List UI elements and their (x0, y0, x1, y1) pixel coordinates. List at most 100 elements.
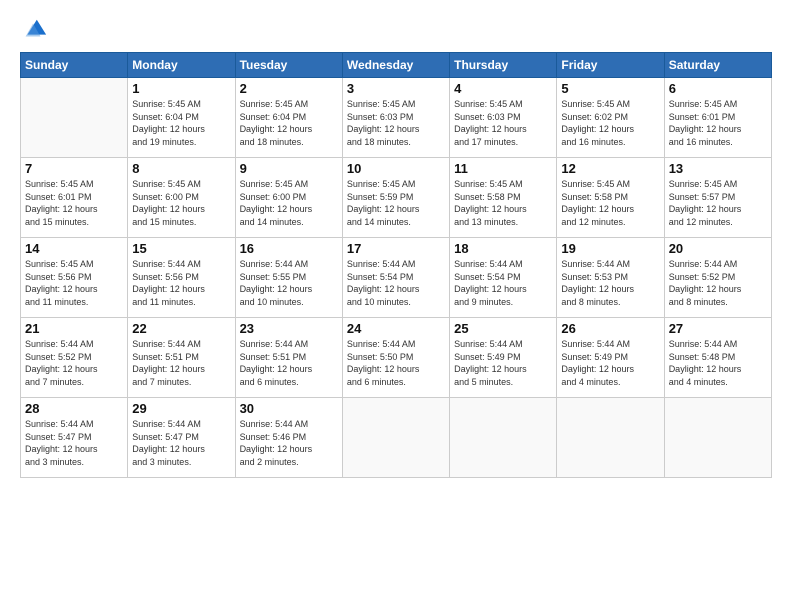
day-number: 1 (132, 81, 230, 96)
calendar-cell: 8 Sunrise: 5:45 AM Sunset: 6:00 PM Daylig… (128, 158, 235, 238)
day-info: Sunrise: 5:45 AM Sunset: 6:03 PM Dayligh… (347, 98, 445, 148)
day-info: Sunrise: 5:45 AM Sunset: 6:01 PM Dayligh… (25, 178, 123, 228)
day-number: 9 (240, 161, 338, 176)
day-info: Sunrise: 5:45 AM Sunset: 5:56 PM Dayligh… (25, 258, 123, 308)
calendar-cell: 16 Sunrise: 5:44 AM Sunset: 5:55 PM Dayli… (235, 238, 342, 318)
day-info: Sunrise: 5:45 AM Sunset: 6:04 PM Dayligh… (240, 98, 338, 148)
calendar-cell: 28 Sunrise: 5:44 AM Sunset: 5:47 PM Dayli… (21, 398, 128, 478)
day-info: Sunrise: 5:45 AM Sunset: 5:58 PM Dayligh… (454, 178, 552, 228)
calendar-cell: 24 Sunrise: 5:44 AM Sunset: 5:50 PM Dayli… (342, 318, 449, 398)
week-row-2: 7 Sunrise: 5:45 AM Sunset: 6:01 PM Daylig… (21, 158, 772, 238)
week-row-4: 21 Sunrise: 5:44 AM Sunset: 5:52 PM Dayli… (21, 318, 772, 398)
day-number: 2 (240, 81, 338, 96)
day-info: Sunrise: 5:44 AM Sunset: 5:48 PM Dayligh… (669, 338, 767, 388)
day-info: Sunrise: 5:44 AM Sunset: 5:52 PM Dayligh… (669, 258, 767, 308)
day-info: Sunrise: 5:44 AM Sunset: 5:47 PM Dayligh… (132, 418, 230, 468)
day-info: Sunrise: 5:45 AM Sunset: 6:04 PM Dayligh… (132, 98, 230, 148)
day-info: Sunrise: 5:44 AM Sunset: 5:55 PM Dayligh… (240, 258, 338, 308)
calendar-cell: 9 Sunrise: 5:45 AM Sunset: 6:00 PM Daylig… (235, 158, 342, 238)
day-info: Sunrise: 5:44 AM Sunset: 5:50 PM Dayligh… (347, 338, 445, 388)
week-row-1: 1 Sunrise: 5:45 AM Sunset: 6:04 PM Daylig… (21, 78, 772, 158)
calendar-cell: 13 Sunrise: 5:45 AM Sunset: 5:57 PM Dayli… (664, 158, 771, 238)
calendar-cell: 10Sunrise: 5:45 AM Sunset: 5:59 PM Dayli… (342, 158, 449, 238)
day-info: Sunrise: 5:44 AM Sunset: 5:52 PM Dayligh… (25, 338, 123, 388)
day-info: Sunrise: 5:45 AM Sunset: 5:57 PM Dayligh… (669, 178, 767, 228)
weekday-header-saturday: Saturday (664, 53, 771, 78)
calendar-cell: 21 Sunrise: 5:44 AM Sunset: 5:52 PM Dayli… (21, 318, 128, 398)
day-number: 21 (25, 321, 123, 336)
logo (20, 16, 52, 44)
calendar-cell: 23 Sunrise: 5:44 AM Sunset: 5:51 PM Dayli… (235, 318, 342, 398)
day-info: Sunrise: 5:44 AM Sunset: 5:49 PM Dayligh… (454, 338, 552, 388)
day-number: 11 (454, 161, 552, 176)
day-number: 20 (669, 241, 767, 256)
calendar-cell (342, 398, 449, 478)
page: SundayMondayTuesdayWednesdayThursdayFrid… (0, 0, 792, 612)
calendar-cell: 26 Sunrise: 5:44 AM Sunset: 5:49 PM Dayli… (557, 318, 664, 398)
logo-icon (20, 16, 48, 44)
calendar-cell (21, 78, 128, 158)
calendar-cell: 20 Sunrise: 5:44 AM Sunset: 5:52 PM Dayli… (664, 238, 771, 318)
day-number: 12 (561, 161, 659, 176)
calendar-cell: 22Sunrise: 5:44 AM Sunset: 5:51 PM Dayli… (128, 318, 235, 398)
day-info: Sunrise: 5:44 AM Sunset: 5:53 PM Dayligh… (561, 258, 659, 308)
calendar-cell: 15 Sunrise: 5:44 AM Sunset: 5:56 PM Dayli… (128, 238, 235, 318)
calendar-cell: 5 Sunrise: 5:45 AM Sunset: 6:02 PM Daylig… (557, 78, 664, 158)
day-number: 22 (132, 321, 230, 336)
week-row-3: 14 Sunrise: 5:45 AM Sunset: 5:56 PM Dayli… (21, 238, 772, 318)
day-number: 13 (669, 161, 767, 176)
calendar-cell (450, 398, 557, 478)
day-number: 7 (25, 161, 123, 176)
calendar-cell: 25 Sunrise: 5:44 AM Sunset: 5:49 PM Dayli… (450, 318, 557, 398)
day-info: Sunrise: 5:45 AM Sunset: 5:58 PM Dayligh… (561, 178, 659, 228)
day-number: 26 (561, 321, 659, 336)
calendar-cell: 29 Sunrise: 5:44 AM Sunset: 5:47 PM Dayli… (128, 398, 235, 478)
day-number: 25 (454, 321, 552, 336)
day-number: 14 (25, 241, 123, 256)
calendar-cell (664, 398, 771, 478)
weekday-header-row: SundayMondayTuesdayWednesdayThursdayFrid… (21, 53, 772, 78)
day-number: 19 (561, 241, 659, 256)
day-number: 24 (347, 321, 445, 336)
day-info: Sunrise: 5:45 AM Sunset: 6:00 PM Dayligh… (240, 178, 338, 228)
weekday-header-monday: Monday (128, 53, 235, 78)
calendar-cell: 27Sunrise: 5:44 AM Sunset: 5:48 PM Dayli… (664, 318, 771, 398)
calendar-cell: 3 Sunrise: 5:45 AM Sunset: 6:03 PM Daylig… (342, 78, 449, 158)
day-info: Sunrise: 5:44 AM Sunset: 5:46 PM Dayligh… (240, 418, 338, 468)
calendar-cell (557, 398, 664, 478)
day-info: Sunrise: 5:45 AM Sunset: 6:01 PM Dayligh… (669, 98, 767, 148)
calendar-cell: 1 Sunrise: 5:45 AM Sunset: 6:04 PM Daylig… (128, 78, 235, 158)
calendar-cell: 11 Sunrise: 5:45 AM Sunset: 5:58 PM Dayli… (450, 158, 557, 238)
day-info: Sunrise: 5:44 AM Sunset: 5:51 PM Dayligh… (240, 338, 338, 388)
weekday-header-tuesday: Tuesday (235, 53, 342, 78)
day-info: Sunrise: 5:44 AM Sunset: 5:54 PM Dayligh… (454, 258, 552, 308)
calendar-cell: 17Sunrise: 5:44 AM Sunset: 5:54 PM Dayli… (342, 238, 449, 318)
week-row-5: 28 Sunrise: 5:44 AM Sunset: 5:47 PM Dayli… (21, 398, 772, 478)
day-info: Sunrise: 5:44 AM Sunset: 5:49 PM Dayligh… (561, 338, 659, 388)
calendar-cell: 18 Sunrise: 5:44 AM Sunset: 5:54 PM Dayli… (450, 238, 557, 318)
weekday-header-wednesday: Wednesday (342, 53, 449, 78)
weekday-header-thursday: Thursday (450, 53, 557, 78)
day-number: 29 (132, 401, 230, 416)
day-number: 8 (132, 161, 230, 176)
day-info: Sunrise: 5:45 AM Sunset: 6:00 PM Dayligh… (132, 178, 230, 228)
day-number: 23 (240, 321, 338, 336)
calendar-cell: 6 Sunrise: 5:45 AM Sunset: 6:01 PM Daylig… (664, 78, 771, 158)
weekday-header-friday: Friday (557, 53, 664, 78)
calendar-table: SundayMondayTuesdayWednesdayThursdayFrid… (20, 52, 772, 478)
day-number: 5 (561, 81, 659, 96)
day-number: 3 (347, 81, 445, 96)
day-info: Sunrise: 5:45 AM Sunset: 6:02 PM Dayligh… (561, 98, 659, 148)
day-info: Sunrise: 5:44 AM Sunset: 5:56 PM Dayligh… (132, 258, 230, 308)
calendar-cell: 7 Sunrise: 5:45 AM Sunset: 6:01 PM Daylig… (21, 158, 128, 238)
calendar-cell: 2 Sunrise: 5:45 AM Sunset: 6:04 PM Daylig… (235, 78, 342, 158)
day-number: 18 (454, 241, 552, 256)
day-info: Sunrise: 5:45 AM Sunset: 5:59 PM Dayligh… (347, 178, 445, 228)
day-info: Sunrise: 5:44 AM Sunset: 5:47 PM Dayligh… (25, 418, 123, 468)
day-number: 6 (669, 81, 767, 96)
day-number: 15 (132, 241, 230, 256)
day-number: 16 (240, 241, 338, 256)
calendar-cell: 30Sunrise: 5:44 AM Sunset: 5:46 PM Dayli… (235, 398, 342, 478)
day-number: 28 (25, 401, 123, 416)
weekday-header-sunday: Sunday (21, 53, 128, 78)
